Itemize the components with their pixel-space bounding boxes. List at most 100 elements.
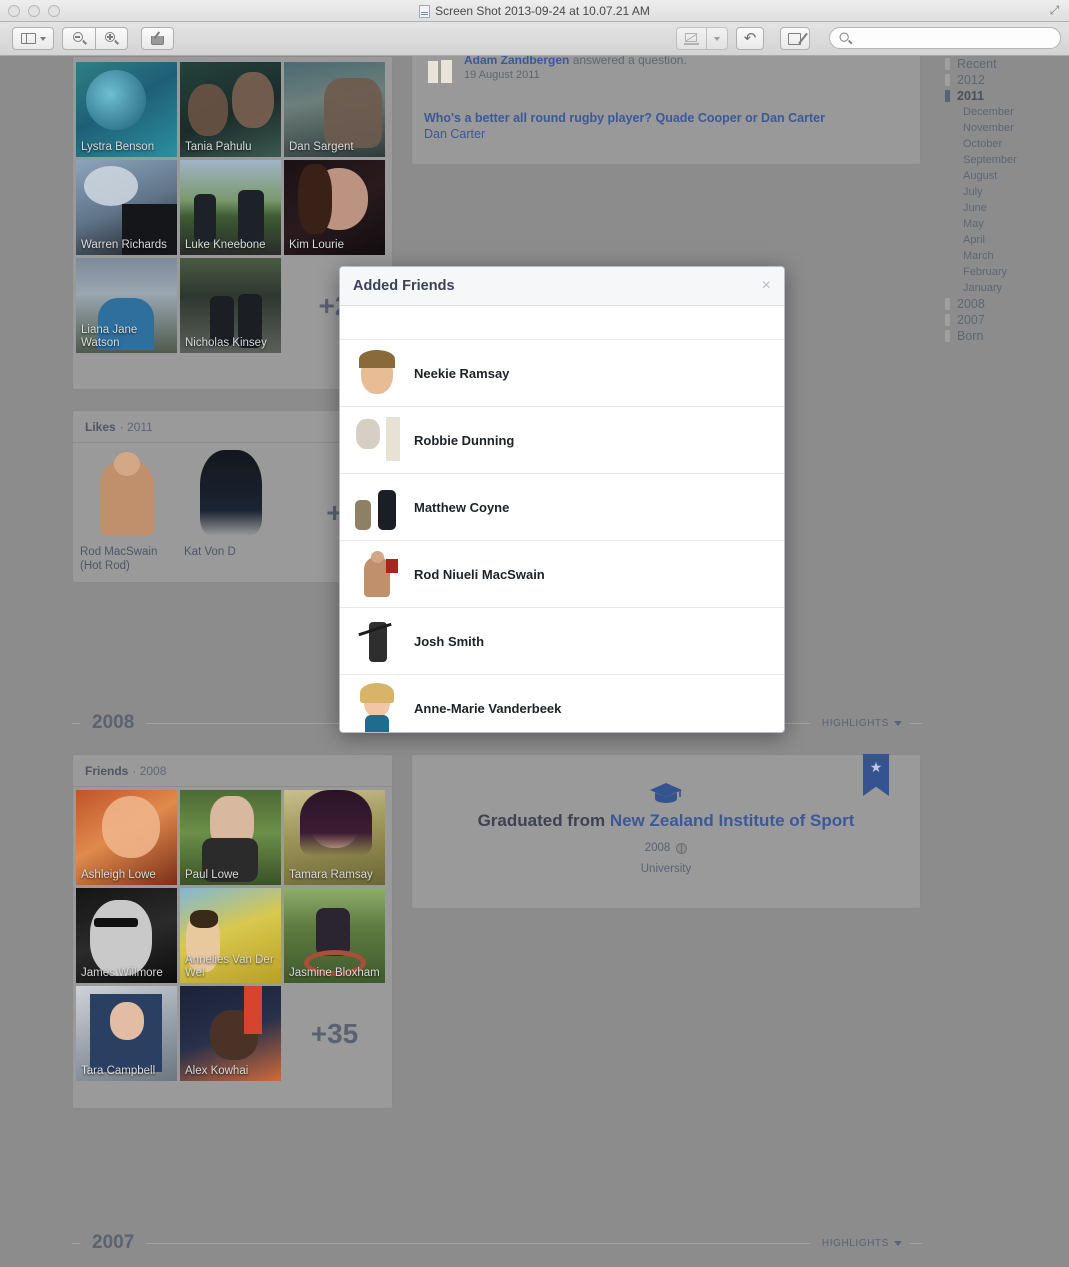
highlights-dropdown[interactable]: HIGHLIGHTS bbox=[810, 1238, 910, 1249]
markup-button[interactable] bbox=[780, 27, 810, 50]
friend-tile[interactable]: Liana Jane Watson bbox=[76, 258, 177, 353]
year-nav-item-january[interactable]: January bbox=[935, 280, 1069, 296]
life-event-school-link[interactable]: New Zealand Institute of Sport bbox=[610, 811, 855, 830]
year-nav-tick bbox=[945, 330, 950, 342]
friend-tile[interactable]: Nicholas Kinsey bbox=[180, 258, 281, 353]
friend-name: Jasmine Bloxham bbox=[289, 967, 380, 979]
graduation-cap-icon bbox=[649, 781, 683, 805]
friend-name: Annelies Van Der Wel bbox=[185, 954, 274, 979]
friend-tile[interactable]: Kim Lourie bbox=[284, 160, 385, 255]
friend-tile[interactable]: Alex Kowhai bbox=[180, 986, 281, 1081]
more-count: +35 bbox=[310, 1017, 359, 1049]
year-nav-item-born[interactable]: Born bbox=[935, 328, 1069, 344]
year-nav-item-july[interactable]: July bbox=[935, 184, 1069, 200]
year-nav-item-may[interactable]: May bbox=[935, 216, 1069, 232]
sidebar-icon bbox=[20, 33, 36, 44]
divider bbox=[72, 722, 80, 724]
story-answer[interactable]: Dan Carter bbox=[424, 127, 908, 141]
avatar[interactable] bbox=[424, 53, 456, 85]
share-icon bbox=[150, 31, 165, 45]
year-nav-item-june[interactable]: June bbox=[935, 200, 1069, 216]
friend-name: Lystra Benson bbox=[81, 141, 155, 153]
friend-name: Nicholas Kinsey bbox=[185, 337, 267, 349]
zoom-in-button[interactable] bbox=[95, 27, 128, 50]
divider bbox=[72, 1242, 80, 1244]
friend-tile[interactable]: Tara Campbell bbox=[76, 986, 177, 1081]
year-nav-item-august[interactable]: August bbox=[935, 168, 1069, 184]
window-toolbar: ↶ bbox=[0, 22, 1069, 56]
year-nav-item-december[interactable]: December bbox=[935, 104, 1069, 120]
friend-tile[interactable]: James Willmore bbox=[76, 888, 177, 983]
document-icon bbox=[419, 4, 431, 18]
friends-2008-grid: Ashleigh Lowe Paul Lowe Tamara Ramsay Ja… bbox=[73, 787, 392, 1084]
zoom-out-button[interactable] bbox=[62, 27, 95, 50]
list-item[interactable]: Matthew Coyne bbox=[340, 474, 784, 541]
added-friends-list: Neekie Ramsay Robbie Dunning Matthew Coy… bbox=[340, 306, 784, 732]
avatar[interactable] bbox=[352, 549, 402, 599]
highlighter-icon bbox=[684, 32, 699, 45]
highlights-label: HIGHLIGHTS bbox=[821, 717, 889, 729]
list-item[interactable]: Rod Niueli MacSwain bbox=[340, 541, 784, 608]
friend-tile[interactable]: Lystra Benson bbox=[76, 62, 177, 157]
star-icon: ★ bbox=[869, 759, 883, 775]
friend-tile[interactable]: Tamara Ramsay bbox=[284, 790, 385, 885]
story-question[interactable]: Who's a better all round rugby player? Q… bbox=[424, 111, 908, 126]
window-title-text: Screen Shot 2013-09-24 at 10.07.21 AM bbox=[435, 4, 650, 18]
avatar[interactable] bbox=[352, 313, 402, 339]
friend-name: Warren Richards bbox=[81, 239, 167, 251]
share-button[interactable] bbox=[141, 27, 174, 50]
like-name: Kat Von D bbox=[184, 546, 236, 558]
friend-tile[interactable]: Warren Richards bbox=[76, 160, 177, 255]
avatar[interactable] bbox=[352, 683, 402, 732]
search-field[interactable] bbox=[829, 27, 1061, 49]
year-nav-item-march[interactable]: March bbox=[935, 248, 1069, 264]
list-item[interactable]: Neekie Ramsay bbox=[340, 340, 784, 407]
avatar[interactable] bbox=[352, 348, 402, 398]
screenshot-canvas: Lystra Benson Tania Pahulu Dan Sargent W… bbox=[0, 0, 1069, 1267]
year-label: 2008 bbox=[92, 712, 135, 733]
friend-tile[interactable]: Dan Sargent bbox=[284, 62, 385, 157]
avatar[interactable] bbox=[352, 415, 402, 465]
year-nav-item-recent[interactable]: Recent bbox=[935, 56, 1069, 72]
friend-tile[interactable]: Paul Lowe bbox=[180, 790, 281, 885]
list-item[interactable]: Robbie Dunning bbox=[340, 407, 784, 474]
avatar[interactable] bbox=[352, 616, 402, 666]
avatar[interactable] bbox=[352, 482, 402, 532]
divider bbox=[146, 1242, 810, 1244]
year-nav-item-april[interactable]: April bbox=[935, 232, 1069, 248]
list-item[interactable]: Anne-Marie Vanderbeek bbox=[340, 675, 784, 732]
search-input[interactable] bbox=[857, 31, 1052, 45]
friend-tile[interactable]: Annelies Van Der Wel bbox=[180, 888, 281, 983]
like-item[interactable]: Rod MacSwain (Hot Rod) bbox=[76, 446, 177, 579]
year-nav-item-november[interactable]: November bbox=[935, 120, 1069, 136]
year-nav-label: 2011 bbox=[957, 89, 985, 103]
annotate-button[interactable] bbox=[676, 27, 706, 50]
friend-tile[interactable]: Ashleigh Lowe bbox=[76, 790, 177, 885]
like-item[interactable]: Kat Von D bbox=[180, 446, 281, 565]
year-nav-item-october[interactable]: October bbox=[935, 136, 1069, 152]
friend-name: Kim Lourie bbox=[289, 239, 344, 251]
rotate-button[interactable]: ↶ bbox=[736, 27, 764, 50]
year-nav-item-2007[interactable]: 2007 bbox=[935, 312, 1069, 328]
divider bbox=[910, 1242, 922, 1244]
year-nav-item-2012[interactable]: 2012 bbox=[935, 72, 1069, 88]
friend-tile[interactable]: Tania Pahulu bbox=[180, 62, 281, 157]
highlights-dropdown[interactable]: HIGHLIGHTS bbox=[810, 718, 910, 729]
year-nav-label: May bbox=[963, 218, 984, 230]
friend-tile[interactable]: Luke Kneebone bbox=[180, 160, 281, 255]
year-separator-2007: 2007 HIGHLIGHTS bbox=[72, 1231, 922, 1255]
list-item[interactable] bbox=[340, 306, 784, 340]
year-nav-tick bbox=[945, 74, 950, 86]
sidebar-button[interactable] bbox=[12, 27, 54, 50]
fullscreen-icon[interactable]: ⤢ bbox=[1048, 4, 1061, 17]
friends-2008-more[interactable]: +35 bbox=[284, 986, 385, 1081]
close-icon[interactable]: × bbox=[762, 278, 771, 294]
year-nav-item-2008[interactable]: 2008 bbox=[935, 296, 1069, 312]
friend-tile[interactable]: Jasmine Bloxham bbox=[284, 888, 385, 983]
friend-name: Rod Niueli MacSwain bbox=[414, 566, 545, 582]
year-nav-item-2011[interactable]: 2011 bbox=[935, 88, 1069, 104]
year-nav-item-february[interactable]: February bbox=[935, 264, 1069, 280]
annotate-options-button[interactable] bbox=[706, 27, 728, 50]
list-item[interactable]: Josh Smith bbox=[340, 608, 784, 675]
year-nav-item-september[interactable]: September bbox=[935, 152, 1069, 168]
